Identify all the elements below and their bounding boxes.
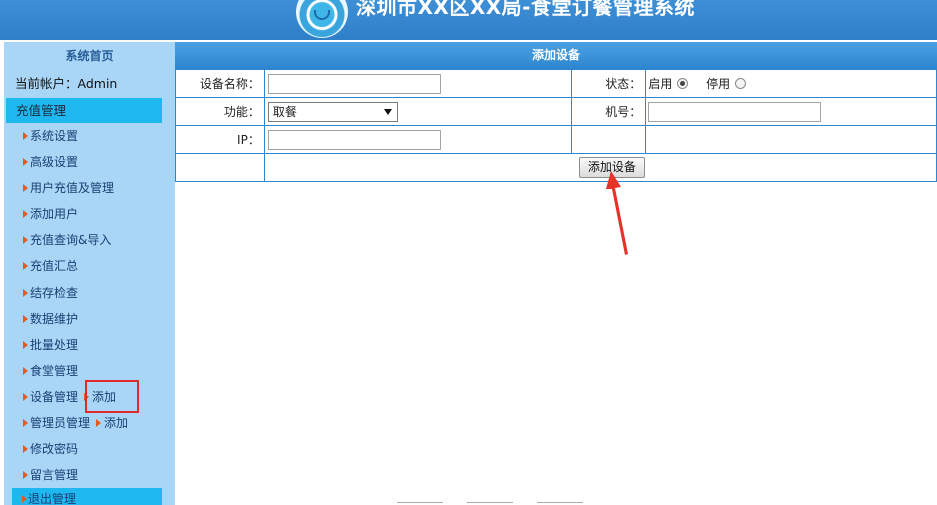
sidebar-item-exit[interactable]: 退出管理 [12, 488, 162, 505]
arrow-right-icon [23, 392, 28, 401]
machine-number-label: 机号： [571, 97, 647, 126]
add-device-form: 设备名称： 状态： 启用 停用 功能： 取餐 机号： IP： 添加设备 [175, 69, 937, 182]
panel-title: 添加设备 [175, 42, 937, 69]
sidebar-section-recharge[interactable]: 充值管理 [6, 98, 162, 123]
arrow-right-icon [23, 366, 28, 375]
add-admin-link-label: 添加 [104, 416, 129, 431]
sidebar-item-advanced-settings[interactable]: 高级设置 [4, 149, 175, 175]
arrow-right-icon [23, 314, 28, 323]
arrow-right-icon [23, 132, 28, 140]
sidebar-item-system-settings[interactable]: 系统设置 [4, 123, 175, 149]
status-disabled-radio[interactable] [735, 78, 747, 89]
sidebar-item-label: 设备管理 [30, 389, 79, 404]
sidebar-item-add-user[interactable]: 添加用户 [4, 201, 175, 227]
arrow-right-icon [96, 419, 102, 428]
sidebar-item-data-maintenance[interactable]: 数据维护 [4, 306, 175, 332]
function-select[interactable]: 取餐 [267, 101, 398, 122]
status-disabled-label: 停用 [706, 77, 731, 91]
status-enabled-radio[interactable] [677, 78, 689, 89]
ip-input[interactable] [267, 129, 441, 150]
logo-icon [296, 0, 348, 38]
sidebar-item-label: 结存检查 [30, 285, 79, 300]
device-name-input[interactable] [267, 73, 441, 94]
sidebar-item-label: 批量处理 [30, 337, 79, 352]
sidebar-item-recharge-summary[interactable]: 充值汇总 [4, 253, 175, 279]
arrow-right-icon [23, 288, 28, 297]
sidebar-item-user-recharge[interactable]: 用户充值及管理 [4, 175, 175, 201]
sidebar-item-label: 食堂管理 [30, 363, 79, 378]
add-admin-link[interactable]: 添加 [96, 410, 128, 436]
app-title: 深圳市XX区XX局-食堂订餐管理系统 [356, 0, 695, 19]
function-select-value: 取餐 [272, 104, 297, 119]
annotation-highlight-box [85, 380, 139, 413]
sidebar-item-recharge-query[interactable]: 充值查询&导入 [4, 227, 175, 253]
sidebar-item-label: 充值查询&导入 [30, 233, 112, 248]
function-label: 功能： [175, 97, 265, 126]
arrow-right-icon [23, 236, 28, 245]
sidebar-item-batch-processing[interactable]: 批量处理 [4, 332, 175, 358]
sidebar-item-label: 充值汇总 [30, 259, 79, 274]
arrow-right-icon [23, 262, 28, 271]
status-label: 状态： [571, 69, 647, 98]
add-device-button[interactable]: 添加设备 [578, 157, 645, 178]
arrow-right-icon [23, 210, 28, 219]
arrow-right-icon [23, 471, 28, 480]
ip-label: IP： [175, 125, 265, 154]
arrow-right-icon [23, 158, 28, 167]
sidebar-item-label: 退出管理 [28, 492, 77, 505]
status-radio-group: 启用 停用 [645, 69, 937, 98]
sidebar-item-label: 用户充值及管理 [30, 181, 115, 196]
arrow-right-icon [22, 495, 27, 504]
status-enabled-label: 启用 [648, 77, 673, 91]
sidebar-item-label: 修改密码 [30, 442, 79, 457]
sidebar-item-label: 系统设置 [30, 129, 79, 143]
sidebar-item-label: 管理员管理 [30, 416, 91, 431]
app-header: 深圳市XX区XX局-食堂订餐管理系统 [0, 0, 937, 40]
current-account: 当前帐户：Admin [15, 76, 118, 91]
sidebar-item-admin-management[interactable]: 管理员管理 添加 [4, 410, 175, 436]
chevron-down-icon [383, 108, 392, 115]
sidebar-item-label: 高级设置 [30, 155, 79, 170]
sidebar-item-balance-check[interactable]: 结存检查 [4, 280, 175, 306]
arrow-right-icon [23, 419, 28, 428]
sidebar-item-change-password[interactable]: 修改密码 [4, 436, 175, 462]
machine-number-input[interactable] [648, 101, 822, 122]
arrow-right-icon [23, 340, 28, 349]
sidebar-item-label: 添加用户 [30, 207, 79, 222]
arrow-right-icon [23, 445, 28, 454]
arrow-right-icon [23, 184, 28, 193]
device-name-label: 设备名称： [175, 69, 265, 98]
sidebar-item-message-management[interactable]: 留言管理 [4, 462, 175, 488]
sidebar-home-link[interactable]: 系统首页 [4, 42, 175, 70]
sidebar: 系统首页 当前帐户：Admin 充值管理 系统设置 高级设置 用户充值及管理 添… [4, 42, 175, 505]
sidebar-item-label: 留言管理 [30, 468, 79, 483]
add-device-panel: 添加设备 设备名称： 状态： 启用 停用 功能： 取餐 机号： IP： 添加设备 [175, 42, 937, 182]
sidebar-item-label: 数据维护 [30, 311, 79, 326]
